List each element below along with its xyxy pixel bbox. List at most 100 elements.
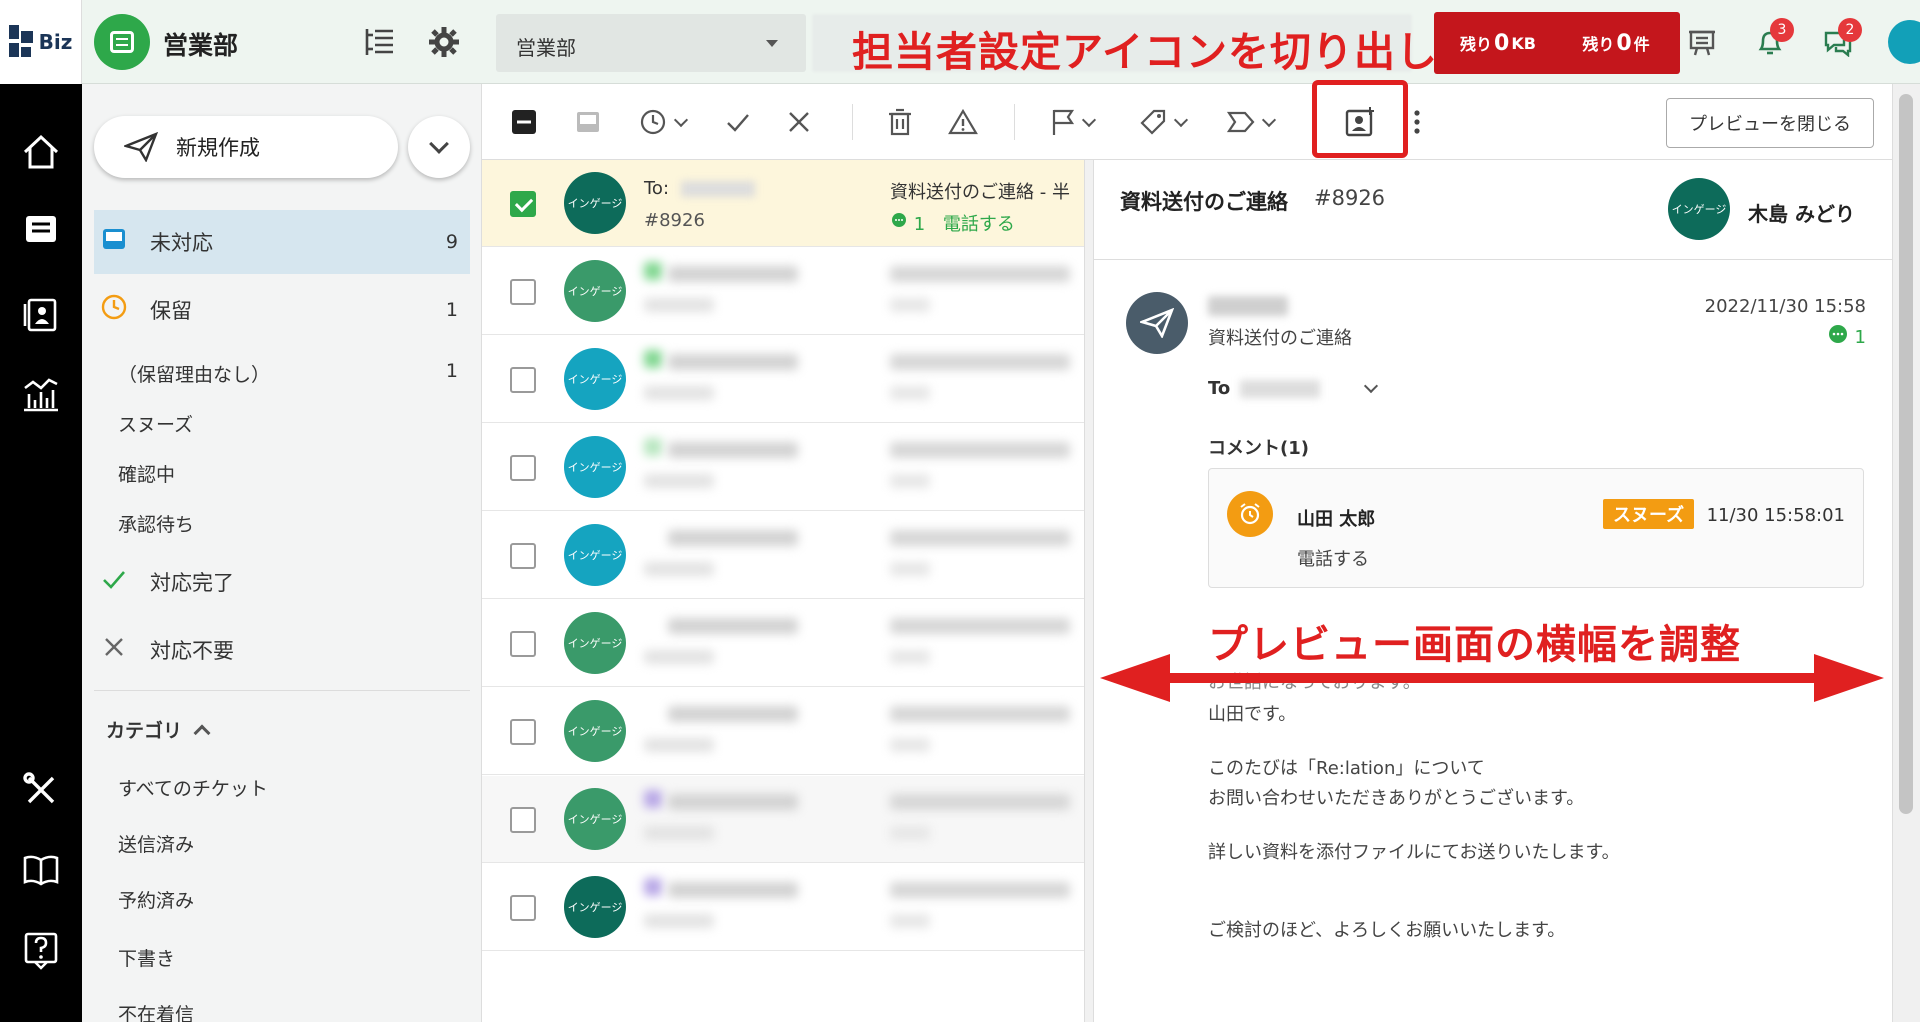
inbox-icon[interactable] (17, 206, 65, 254)
annotation-arrow-shaft (1150, 673, 1850, 683)
logo-mark-icon (8, 25, 35, 59)
group-avatar[interactable] (94, 14, 150, 70)
ticket-row[interactable]: インゲージ (482, 336, 1084, 423)
chat-icon[interactable]: 2 (1818, 18, 1862, 62)
category-item-sent[interactable]: 送信済み (118, 830, 470, 857)
ticket-row[interactable]: インゲージ (482, 248, 1084, 335)
ticket-row-selected[interactable]: インゲージ To: #8926 資料送付のご連絡 - 半 1 電話する (482, 160, 1084, 247)
row-checkbox[interactable] (510, 367, 536, 393)
ticket-from-prefix: To: (644, 178, 670, 199)
spam-warning-icon[interactable] (948, 102, 978, 142)
annotation-highlight-box (1312, 80, 1408, 158)
message-comment-count[interactable]: 1 (1827, 324, 1866, 351)
mark-not-needed-icon[interactable] (786, 102, 812, 142)
category-item-drafts[interactable]: 下書き (118, 944, 470, 971)
sidebar-item-label: 未対応 (150, 231, 213, 255)
contacts-icon[interactable] (17, 290, 65, 338)
redacted-sender (668, 354, 798, 370)
redacted-meta (890, 738, 930, 752)
label-menu[interactable] (1138, 102, 1189, 142)
app-logo[interactable]: Biz (0, 0, 82, 84)
redacted-meta (890, 650, 930, 664)
message-recipients[interactable]: To (1208, 378, 1379, 399)
tools-icon[interactable] (17, 766, 65, 814)
redacted-sender (668, 442, 798, 458)
chevron-down-icon (1081, 112, 1097, 127)
row-checkbox[interactable] (510, 455, 536, 481)
ticket-row[interactable]: インゲージ (482, 512, 1084, 599)
row-checkbox[interactable] (510, 191, 536, 217)
move-inbox-icon[interactable] (574, 102, 602, 142)
group-name[interactable]: 営業部 (163, 26, 238, 62)
row-checkbox[interactable] (510, 279, 536, 305)
row-checkbox[interactable] (510, 807, 536, 833)
flag-menu[interactable] (1050, 102, 1097, 142)
new-ticket-menu-button[interactable] (408, 116, 470, 178)
sidebar-item-done[interactable]: 対応完了 (94, 550, 470, 614)
quota-size-badge: 残り 0 KB (1434, 12, 1562, 74)
analytics-icon[interactable] (17, 370, 65, 418)
sidebar-item-open[interactable]: 未対応 9 (94, 210, 470, 274)
sidebar-subitem-awaiting-approval[interactable]: 承認待ち (118, 510, 470, 537)
redacted-meta (890, 914, 930, 928)
annotation-arrow-right-icon (1814, 654, 1884, 702)
redacted-marker (644, 262, 662, 280)
pane-resize-handle[interactable] (1084, 160, 1094, 1022)
sidebar-item-label: 対応不要 (150, 639, 234, 663)
ticket-row[interactable]: インゲージ (482, 864, 1084, 951)
sidebar-divider (94, 690, 470, 691)
send-icon (124, 132, 158, 162)
bell-icon[interactable]: 3 (1750, 18, 1794, 62)
redacted-sender (668, 266, 798, 282)
mark-done-icon[interactable] (724, 102, 752, 142)
scrollbar-thumb[interactable] (1899, 94, 1913, 814)
ticket-row[interactable]: インゲージ (482, 688, 1084, 775)
message-body-line: 山田です。 (1208, 704, 1297, 725)
sidebar-subitem-checking[interactable]: 確認中 (118, 460, 470, 487)
assignee-name[interactable]: 木島 みどり (1748, 198, 1855, 227)
category-item-scheduled[interactable]: 予約済み (118, 886, 470, 913)
category-item-missed-calls[interactable]: 不在着信 (118, 1000, 470, 1022)
board-icon[interactable] (1682, 22, 1722, 62)
ticket-row[interactable]: インゲージ (482, 424, 1084, 511)
ticket-row[interactable]: インゲージ (482, 600, 1084, 687)
hold-menu[interactable] (638, 102, 689, 142)
priority-menu[interactable] (1226, 102, 1277, 142)
home-icon[interactable] (17, 128, 65, 176)
new-ticket-button[interactable]: 新規作成 (94, 116, 398, 178)
help-icon[interactable] (17, 926, 65, 974)
trash-icon[interactable] (886, 102, 914, 142)
sidebar-subitem-snooze[interactable]: スヌーズ (118, 410, 470, 437)
row-checkbox[interactable] (510, 631, 536, 657)
message-comment-count-value: 1 (1854, 327, 1866, 348)
department-select[interactable]: 営業部 (496, 14, 806, 72)
redacted-number (644, 826, 714, 840)
category-item-all[interactable]: すべてのチケット (118, 774, 470, 801)
gear-icon[interactable] (426, 24, 462, 60)
layout-icon[interactable] (362, 24, 398, 60)
close-preview-button[interactable]: プレビューを閉じる (1666, 98, 1874, 148)
user-avatar[interactable] (1888, 20, 1920, 64)
select-all-checkbox[interactable] (510, 102, 538, 142)
message-body-line: お問い合わせいただきありがとうございます。 (1208, 788, 1585, 809)
customer-avatar: インゲージ (564, 172, 626, 234)
preview-ticket-number: #8926 (1314, 186, 1386, 210)
comment-icon (890, 213, 914, 235)
row-checkbox[interactable] (510, 543, 536, 569)
page-scrollbar[interactable] (1892, 84, 1920, 1022)
ticket-row[interactable]: インゲージ (482, 776, 1084, 863)
redacted-subject (890, 794, 1070, 810)
row-checkbox[interactable] (510, 895, 536, 921)
category-header[interactable]: カテゴリ (106, 716, 211, 743)
comment-author: 山田 太郎 (1297, 509, 1376, 530)
redacted-recipient (1240, 379, 1321, 398)
row-checkbox[interactable] (510, 719, 536, 745)
assignee-avatar[interactable]: インゲージ (1668, 178, 1730, 240)
customer-avatar: インゲージ (564, 612, 626, 674)
more-vertical-icon[interactable] (1412, 102, 1422, 142)
sidebar-item-hold[interactable]: 保留 1 (94, 278, 470, 342)
book-icon[interactable] (17, 846, 65, 894)
sidebar-item-not-needed[interactable]: 対応不要 (94, 618, 470, 682)
sidebar-subitem-no-reason[interactable]: （保留理由なし） 1 (118, 360, 470, 387)
redacted-meta (890, 562, 930, 576)
